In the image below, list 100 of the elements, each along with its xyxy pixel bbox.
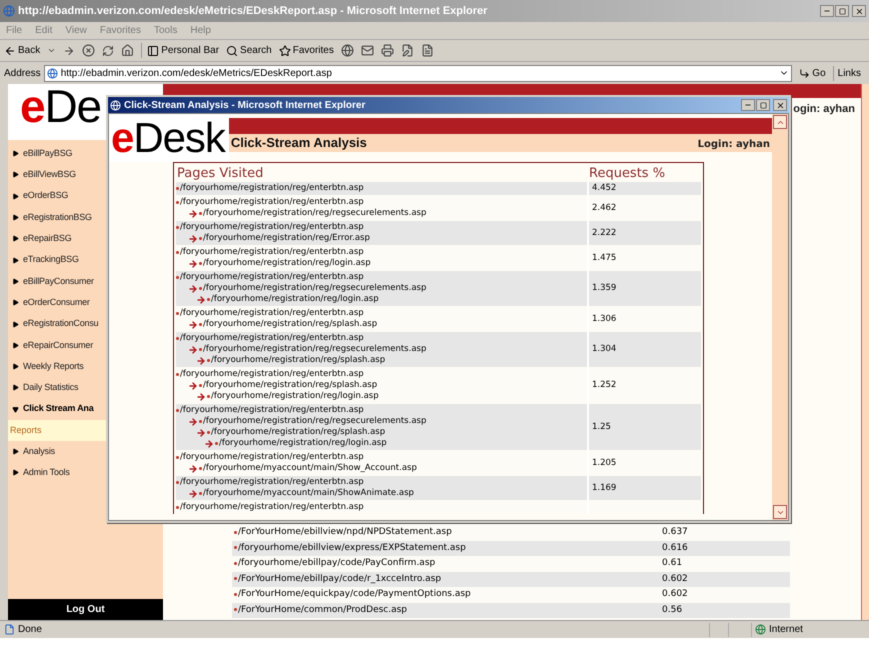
home-icon[interactable] [121, 44, 134, 57]
bullet-icon [234, 530, 237, 534]
page-path[interactable]: /foryourhome/registration/reg/enterbtn.asp [180, 272, 364, 283]
page-path[interactable]: /foryourhome/registration/reg/splash.asp [203, 380, 378, 391]
address-field[interactable]: http://ebadmin.verizon.com/edesk/eMetrics/EDeskReport.asp [44, 64, 792, 82]
edit-icon[interactable] [400, 44, 414, 57]
triangle-right-icon [12, 363, 19, 370]
minimize-button[interactable] [820, 5, 834, 17]
bullet-icon [176, 408, 179, 412]
page-path[interactable]: /foryourhome/registration/reg/login.asp [203, 258, 371, 269]
triangle-right-icon [12, 384, 19, 392]
bullet-icon [234, 608, 237, 612]
triangle-right-icon [12, 235, 19, 242]
page-path[interactable]: /foryourhome/registration/reg/enterbtn.asp [180, 502, 364, 513]
address-label: Address [4, 66, 41, 80]
request-value: 1.306 [592, 312, 616, 326]
request-value: 1.252 [592, 379, 616, 392]
sidebar-item[interactable]: Analysis [8, 440, 163, 462]
page-path[interactable]: /ForYourHome/ebillpay/code/r_1xcceIntro.asp [232, 572, 662, 586]
page-path[interactable]: /foryourhome/registration/reg/regsecurelements.asp [203, 344, 426, 355]
page-path[interactable]: /ForYourHome/ebillview/npd/NPDStatement.asp [232, 526, 662, 540]
sidebar-item[interactable]: eTrackingBSG [8, 249, 163, 271]
close-icon [776, 100, 784, 110]
page-path[interactable]: /foryourhome/ebillview/express/EXPStatement.asp [232, 542, 662, 555]
sidebar-item[interactable]: Click Stream Ana [8, 398, 163, 420]
triangle-right-icon [12, 342, 19, 349]
page-path[interactable]: /ForYourHome/equickpay/code/PaymentOptions.asp [232, 588, 662, 602]
sidebar-item[interactable]: Weekly Reports [8, 356, 163, 378]
forward-icon[interactable] [63, 44, 76, 56]
page-path[interactable]: /foryourhome/registration/reg/Error.asp [203, 233, 370, 244]
bullet-icon [176, 186, 179, 190]
page-path[interactable]: /foryourhome/registration/reg/enterbtn.asp [180, 369, 364, 380]
favorites-button[interactable]: Favorites [278, 43, 334, 58]
page-path[interactable]: /foryourhome/registration/reg/splash.asp [203, 319, 378, 330]
document-icon[interactable] [420, 44, 434, 57]
arrow-icon [188, 320, 198, 330]
minimize-button[interactable] [741, 99, 755, 111]
sidebar-item[interactable]: eOrderBSG [8, 186, 163, 207]
maximize-button[interactable] [835, 5, 849, 17]
request-value: 2.222 [592, 226, 616, 240]
sidebar-item[interactable]: Admin Tools [8, 462, 163, 484]
page-path[interactable]: /foryourhome/myaccount/main/ShowAnimate.asp [203, 488, 414, 499]
arrow-icon [188, 380, 198, 390]
page-path[interactable]: /foryourhome/registration/reg/login.asp [211, 391, 379, 402]
sidebar-item[interactable]: eBillViewBSG [8, 164, 163, 186]
dropdown-icon[interactable] [47, 46, 56, 55]
triangle-right-icon [12, 448, 19, 455]
page-path[interactable]: /ForYourHome/common/ProdDesc.asp [232, 604, 662, 617]
back-arrow-icon [4, 44, 16, 56]
page-path[interactable]: /foryourhome/ebillpay/code/PayConfirm.asp [232, 557, 662, 570]
mail-icon[interactable] [360, 44, 374, 57]
page-path[interactable]: /foryourhome/registration/reg/login.asp [211, 294, 379, 305]
search-button[interactable]: Search [226, 43, 272, 58]
page-path[interactable]: /foryourhome/registration/reg/login.asp [219, 438, 387, 449]
sidebar-item[interactable]: eRepairBSG [8, 228, 163, 250]
links-button[interactable]: Links [832, 66, 865, 80]
page-path[interactable]: /foryourhome/registration/reg/splash.asp [211, 355, 386, 366]
browser-icon [3, 5, 15, 17]
scroll-down-icon[interactable] [773, 505, 787, 519]
back-button[interactable]: Back [4, 43, 40, 58]
sidebar-item[interactable]: eRegistrationConsu [8, 313, 163, 335]
page-path[interactable]: /foryourhome/registration/reg/enterbtn.asp [180, 452, 364, 463]
sidebar-item[interactable]: eRepairConsumer [8, 334, 163, 356]
page-path[interactable]: /foryourhome/registration/reg/enterbtn.asp [180, 183, 364, 194]
column-header: Requests % [589, 166, 666, 181]
stop-icon[interactable] [82, 44, 96, 57]
page-path[interactable]: /foryourhome/registration/reg/enterbtn.asp [180, 308, 364, 319]
sidebar-item[interactable]: Daily Statistics [8, 377, 163, 399]
refresh-icon[interactable] [102, 44, 114, 56]
bullet-icon [234, 546, 237, 550]
close-icon [854, 6, 864, 16]
page-path[interactable]: /foryourhome/registration/reg/enterbtn.asp [180, 477, 364, 488]
page-path[interactable]: /foryourhome/registration/reg/regsecurelements.asp [203, 416, 426, 427]
close-button[interactable] [773, 99, 787, 111]
page-path[interactable]: /foryourhome/registration/reg/enterbtn.asp [180, 333, 364, 344]
page-path[interactable]: /foryourhome/registration/reg/enterbtn.asp [180, 405, 364, 416]
sidebar-item[interactable]: eBillPayConsumer [8, 270, 163, 292]
scrollbar[interactable] [772, 114, 788, 520]
print-icon[interactable] [380, 44, 394, 57]
close-button[interactable] [852, 5, 866, 17]
logout-button[interactable]: Log Out [8, 599, 163, 620]
personal-bar-button[interactable]: Personal Bar [141, 43, 220, 58]
page-path[interactable]: /foryourhome/registration/reg/splash.asp [211, 427, 386, 438]
globe-icon[interactable] [340, 44, 354, 57]
page-path[interactable]: /foryourhome/registration/reg/regsecurelements.asp [203, 283, 426, 294]
maximize-button[interactable] [756, 99, 770, 111]
arrow-icon [188, 284, 198, 294]
request-value: 1.304 [592, 343, 616, 356]
page-path[interactable]: /foryourhome/registration/reg/enterbtn.asp [180, 197, 364, 208]
sidebar-item[interactable]: eOrderConsumer [8, 292, 163, 314]
page-path[interactable]: /foryourhome/registration/reg/enterbtn.asp [180, 222, 364, 233]
search-icon [226, 44, 238, 56]
request-value: 2.462 [592, 202, 616, 214]
request-value: 0.602 [662, 572, 688, 586]
go-button[interactable]: Go [795, 66, 830, 80]
page-path[interactable]: /foryourhome/registration/reg/regsecurelements.asp [203, 208, 426, 219]
sidebar-item[interactable]: eRegistrationBSG [8, 206, 163, 228]
page-path[interactable]: /foryourhome/registration/reg/enterbtn.asp [180, 247, 364, 258]
page-path[interactable]: /foryourhome/myaccount/main/Show_Account.asp [203, 463, 417, 474]
scroll-up-icon[interactable] [773, 115, 787, 129]
